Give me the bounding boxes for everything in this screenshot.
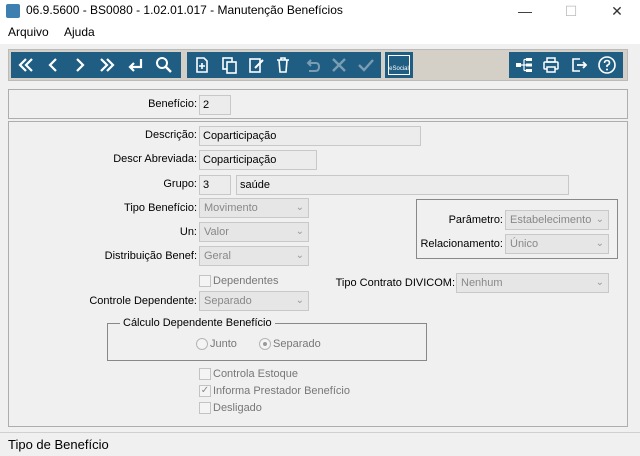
- title-bar: 06.9.5600 - BS0080 - 1.02.01.017 - Manut…: [0, 0, 640, 22]
- separado-radio[interactable]: [259, 338, 271, 350]
- esocial-button[interactable]: eSocial: [385, 52, 413, 78]
- relacionamento-select[interactable]: Único ⌄: [505, 234, 609, 254]
- first-icon[interactable]: [13, 52, 39, 78]
- dependentes-label: Dependentes: [213, 275, 279, 287]
- chevron-down-icon: ⌄: [595, 238, 604, 249]
- key-panel: Benefício: 2: [8, 89, 628, 119]
- chevron-down-icon: ⌄: [295, 295, 304, 306]
- edit-icon[interactable]: [243, 52, 269, 78]
- menu-bar: Arquivo Ajuda: [0, 22, 640, 44]
- form-panel: Descrição: Coparticipação Descr Abreviad…: [8, 121, 628, 427]
- status-text: Tipo de Benefício: [8, 437, 109, 452]
- beneficio-field[interactable]: 2: [199, 95, 231, 115]
- tipo-beneficio-label: Tipo Benefício:: [124, 202, 197, 214]
- chevron-down-icon: ⌄: [295, 226, 304, 237]
- parametro-select[interactable]: Estabelecimento ⌄: [505, 210, 609, 230]
- save-icon[interactable]: [353, 52, 379, 78]
- descr-abreviada-field[interactable]: Coparticipação: [199, 150, 317, 170]
- un-select[interactable]: Valor ⌄: [199, 222, 309, 242]
- desligado-checkbox[interactable]: [199, 402, 211, 414]
- informa-prestador-checkbox[interactable]: ✓: [199, 385, 211, 397]
- copy-icon[interactable]: [216, 52, 242, 78]
- menu-ajuda[interactable]: Ajuda: [64, 25, 95, 39]
- close-button[interactable]: ✕: [594, 0, 640, 22]
- esocial-label: eSocial: [389, 66, 409, 72]
- help-icon[interactable]: [594, 52, 620, 78]
- distribuicao-select[interactable]: Geral ⌄: [199, 246, 309, 266]
- print-icon[interactable]: [538, 52, 564, 78]
- last-icon[interactable]: [94, 52, 120, 78]
- un-label: Un:: [179, 226, 197, 238]
- edit-group: [187, 52, 381, 78]
- esocial-icon: [388, 55, 410, 75]
- previous-icon[interactable]: [40, 52, 66, 78]
- goto-icon[interactable]: [122, 52, 148, 78]
- window-title: 06.9.5600 - BS0080 - 1.02.01.017 - Manut…: [26, 3, 343, 17]
- undo-icon[interactable]: [299, 52, 325, 78]
- junto-label: Junto: [210, 338, 237, 350]
- status-bar: Tipo de Benefício: [0, 432, 640, 456]
- toolbar: eSocial: [8, 49, 628, 81]
- grupo-code-field[interactable]: 3: [199, 175, 231, 195]
- hierarchy-icon[interactable]: [511, 52, 537, 78]
- exit-icon[interactable]: [566, 52, 592, 78]
- controla-estoque-checkbox[interactable]: [199, 368, 211, 380]
- add-icon[interactable]: [189, 52, 215, 78]
- separado-label: Separado: [273, 338, 321, 350]
- tipo-contrato-label: Tipo Contrato DIVICOM:: [335, 277, 455, 289]
- utility-group: [509, 52, 623, 78]
- desligado-label: Desligado: [213, 402, 262, 414]
- parametro-label: Parâmetro:: [448, 214, 503, 226]
- informa-prestador-label: Informa Prestador Benefício: [213, 385, 350, 397]
- descricao-field[interactable]: Coparticipação: [199, 126, 421, 146]
- tipo-beneficio-select[interactable]: Movimento ⌄: [199, 198, 309, 218]
- distribuicao-label: Distribuição Benef:: [104, 250, 197, 262]
- chevron-down-icon: ⌄: [595, 214, 604, 225]
- next-icon[interactable]: [67, 52, 93, 78]
- controle-dependente-label: Controle Dependente:: [89, 295, 197, 307]
- delete-icon[interactable]: [270, 52, 296, 78]
- chevron-down-icon: ⌄: [295, 202, 304, 213]
- junto-radio[interactable]: [196, 338, 208, 350]
- dependentes-checkbox[interactable]: [199, 275, 211, 287]
- grupo-label: Grupo:: [163, 178, 197, 190]
- relacionamento-label: Relacionamento:: [420, 238, 503, 250]
- minimize-button[interactable]: —: [502, 0, 548, 22]
- controla-estoque-label: Controla Estoque: [213, 368, 298, 380]
- tipo-contrato-select[interactable]: Nenhum ⌄: [456, 273, 609, 293]
- search-icon[interactable]: [151, 52, 177, 78]
- beneficio-label: Benefício:: [148, 98, 197, 110]
- app-icon: [6, 4, 20, 18]
- menu-arquivo[interactable]: Arquivo: [8, 25, 49, 39]
- descricao-label: Descrição:: [145, 129, 197, 141]
- controle-dependente-select[interactable]: Separado ⌄: [199, 291, 309, 311]
- maximize-button[interactable]: ☐: [548, 0, 594, 22]
- grupo-desc-field: saúde: [236, 175, 569, 195]
- calculo-group-title: Cálculo Dependente Benefício: [120, 317, 275, 329]
- chevron-down-icon: ⌄: [295, 250, 304, 261]
- descr-abreviada-label: Descr Abreviada:: [113, 153, 197, 165]
- navigation-group: [11, 52, 181, 78]
- chevron-down-icon: ⌄: [595, 277, 604, 288]
- cancel-icon[interactable]: [326, 52, 352, 78]
